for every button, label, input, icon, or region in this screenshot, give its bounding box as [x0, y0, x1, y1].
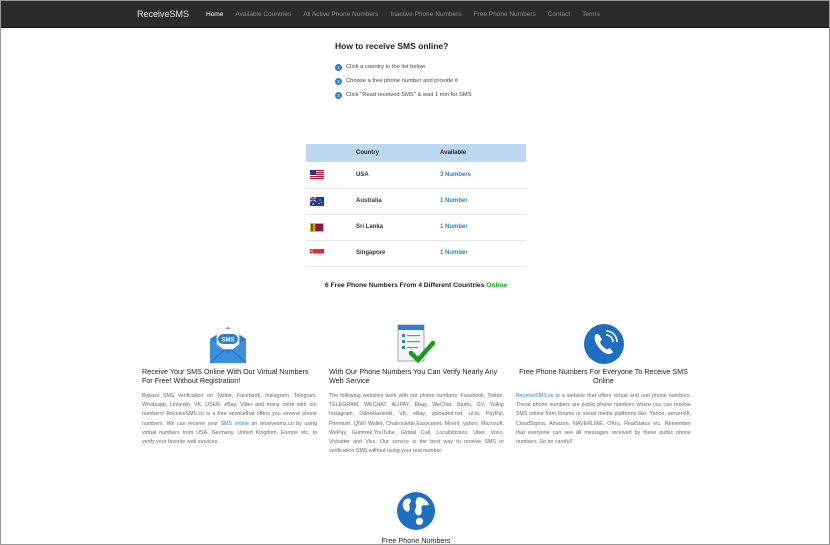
country-column-header: Country: [356, 144, 440, 162]
table-row[interactable]: Sri Lanka 1 Number: [306, 214, 526, 241]
feature-receive-sms: SMS Receive Your SMS Online With Our Vir…: [142, 321, 317, 471]
singapore-flag-icon: [310, 248, 324, 258]
feature-free-numbers: Free Phone Numbers For Everyone To Recei…: [516, 321, 691, 471]
flag-cell: [306, 162, 356, 189]
howto-step: 3 Click "Read received SMS" & wait 1 min…: [335, 88, 472, 102]
flag-cell: [306, 214, 356, 241]
numbers-link[interactable]: 1 Number: [440, 224, 468, 230]
step-number-badge: 2: [335, 77, 342, 85]
numbers-link[interactable]: 1 Number: [440, 198, 468, 204]
available-column-header: Available: [440, 144, 526, 162]
phone-call-icon: [584, 324, 624, 364]
nav-menu: Home Available Countries All Active Phon…: [206, 11, 612, 18]
sms-online-link[interactable]: SMS online: [221, 421, 249, 427]
feature-title: Receive Your SMS Online With Our Virtual…: [142, 367, 309, 385]
nav-terms[interactable]: Terms: [582, 11, 600, 18]
nav-free-numbers[interactable]: Free Phone Numbers: [474, 11, 536, 18]
country-name[interactable]: Sri Lanka: [356, 214, 440, 241]
country-name[interactable]: USA: [356, 162, 440, 189]
numbers-summary: 6 Free Phone Numbers From 4 Different Co…: [1, 282, 829, 289]
globe-icon: [397, 492, 435, 530]
feature-description: The following websites work with our pho…: [329, 393, 504, 455]
feature-verify-services: With Our Phone Numbers You Can Verify Ne…: [329, 321, 504, 471]
step-text: Choose a free phone number and provide i…: [346, 78, 458, 84]
checklist-icon: [397, 324, 435, 364]
table-header-row: Country Available: [306, 144, 526, 162]
nav-inactive-numbers[interactable]: Inactive Phone Numbers: [390, 11, 461, 18]
available-count: 3 Numbers: [440, 162, 526, 189]
step-text: Click "Read received SMS" & wait 1 min f…: [346, 92, 472, 98]
top-navbar: ReceiveSMS Home Available Countries All …: [1, 1, 829, 28]
sri-lanka-flag-icon: [310, 222, 324, 232]
available-count: 1 Number: [440, 240, 526, 267]
page: ReceiveSMS Home Available Countries All …: [0, 0, 830, 545]
summary-text: 6 Free Phone Numbers From 4 Different Co…: [324, 282, 485, 289]
brand-logo[interactable]: ReceiveSMS: [137, 9, 189, 19]
flag-cell: [306, 188, 356, 215]
available-count: 1 Number: [440, 188, 526, 215]
country-name[interactable]: Australia: [356, 188, 440, 215]
numbers-link[interactable]: 1 Number: [440, 250, 468, 256]
numbers-link[interactable]: 3 Numbers: [440, 172, 471, 178]
feature-description: Bypass SMS verification on Twitter, Face…: [142, 392, 317, 447]
feature-title: Free Phone Numbers: [381, 536, 451, 545]
howto-step: 2 Choose a free phone number and provide…: [335, 74, 472, 88]
nav-contact[interactable]: Contact: [548, 11, 570, 18]
usa-flag-icon: [310, 170, 324, 180]
nav-home[interactable]: Home: [206, 11, 223, 18]
online-label: Online: [486, 282, 508, 289]
howto-step: 1 Click a country in the list below: [335, 60, 472, 74]
step-number-badge: 1: [335, 63, 342, 71]
howto-title: How to receive SMS online?: [335, 41, 449, 51]
feature-title: Free Phone Numbers For Everyone To Recei…: [519, 367, 688, 385]
country-name[interactable]: Singapore: [356, 240, 440, 267]
nav-available-countries[interactable]: Available Countries: [235, 11, 291, 18]
table-row[interactable]: Singapore 1 Number: [306, 240, 526, 267]
step-number-badge: 3: [335, 91, 342, 99]
howto-section: How to receive SMS online? 1 Click a cou…: [335, 41, 472, 102]
feature-text: is a website that offers virtual and rea…: [516, 393, 691, 446]
table-row[interactable]: USA 3 Numbers: [306, 162, 526, 189]
nav-all-active-numbers[interactable]: All Active Phone Numbers: [303, 11, 378, 18]
feature-description: ReceiveSMS.co is a website that offers v…: [516, 392, 691, 447]
step-text: Click a country in the list below: [346, 64, 426, 70]
available-count: 1 Number: [440, 214, 526, 241]
flag-cell: [306, 240, 356, 267]
feature-title: With Our Phone Numbers You Can Verify Ne…: [329, 367, 498, 385]
countries-table: Country Available USA 3 Numbers Australi…: [306, 144, 526, 267]
flag-column-header: [306, 144, 356, 162]
sms-envelope-icon: SMS: [209, 327, 247, 364]
australia-flag-icon: [310, 196, 324, 206]
table-row[interactable]: Australia 1 Number: [306, 188, 526, 215]
sms-icon-label: SMS: [221, 338, 234, 344]
receivesms-link[interactable]: ReceiveSMS.co: [516, 393, 554, 399]
